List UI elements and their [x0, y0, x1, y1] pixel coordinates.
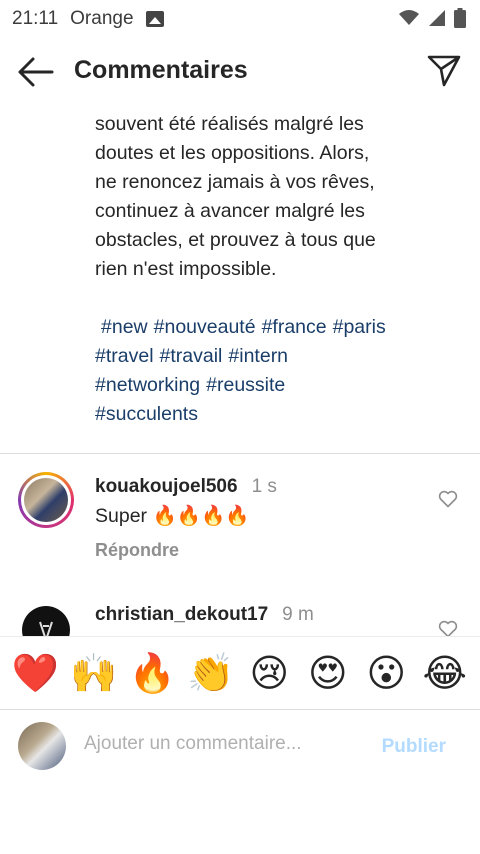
hashtag-link[interactable]: #travel: [95, 345, 154, 367]
laughing-emoji-button[interactable]: 😂: [421, 653, 469, 693]
caption-line: doutes et les oppositions. Alors,: [95, 142, 370, 164]
hashtag-link[interactable]: #paris: [333, 316, 386, 338]
caption-line: obstacles, et prouvez à tous que: [95, 229, 376, 251]
heart-icon[interactable]: [438, 490, 458, 508]
page-title: Commentaires: [74, 56, 248, 84]
caption-divider: [0, 453, 480, 454]
status-icons: [398, 8, 466, 28]
status-time: 21:11: [12, 8, 59, 29]
clapping-emoji-button[interactable]: 👏: [187, 653, 235, 693]
wifi-icon: [399, 10, 419, 25]
hashtag-list: #new #nouveauté #france #paris #travel #trav…: [95, 313, 435, 429]
avatar-border: [21, 475, 71, 525]
post-caption: souvent été réalisés malgré les doutes e…: [95, 110, 435, 429]
reply-button[interactable]: Répondre: [95, 540, 179, 561]
hashtag-link[interactable]: #nouveauté: [154, 316, 256, 338]
username-text: kouakoujoel506: [95, 476, 238, 497]
comment-input-row: Publier: [0, 710, 480, 782]
back-button[interactable]: [16, 54, 56, 90]
hashtag-link[interactable]: #intern: [228, 345, 288, 367]
hashtag-link[interactable]: #succulents: [95, 403, 198, 425]
heart-icon[interactable]: [438, 620, 458, 636]
send-button[interactable]: [426, 52, 462, 88]
emoji-bar: ❤️ 🙌 🔥 👏 😢 😍 😮 😂: [0, 637, 480, 709]
hashtag-link[interactable]: #reussite: [206, 374, 285, 396]
caption-line: ne renoncez jamais à vos rêves,: [95, 171, 375, 193]
image-icon: [145, 11, 164, 27]
caption-line: continuez à avancer malgré les: [95, 200, 365, 222]
comment-item: christian_dekout17 9 m: [0, 600, 480, 636]
arrow-left-icon: [18, 57, 54, 87]
header: Commentaires: [0, 38, 480, 106]
username-text: christian_dekout17: [95, 604, 269, 625]
status-carrier: Orange: [70, 8, 134, 29]
comment-time: 9 m: [282, 604, 314, 625]
surprised-emoji-button[interactable]: 😮: [362, 653, 410, 693]
signal-icon: [429, 10, 445, 26]
avatar-photo: [39, 621, 53, 636]
hashtag-link[interactable]: #networking: [95, 374, 200, 396]
heart-emoji-button[interactable]: ❤️: [11, 653, 59, 693]
battery-icon: [454, 8, 466, 28]
fire-emoji-button[interactable]: 🔥: [128, 653, 176, 693]
comment-username[interactable]: kouakoujoel506 1 s: [95, 476, 277, 498]
hashtag-link[interactable]: #france: [262, 316, 327, 338]
avatar-photo: [24, 478, 68, 522]
comment-time: 1 s: [251, 476, 277, 497]
current-user-avatar: [18, 722, 66, 770]
raising-hands-emoji-button[interactable]: 🙌: [70, 653, 118, 693]
avatar[interactable]: [18, 472, 74, 528]
heart-eyes-emoji-button[interactable]: 😍: [304, 653, 352, 693]
comment-username[interactable]: christian_dekout17 9 m: [95, 604, 314, 626]
hashtag-link[interactable]: #new: [101, 316, 148, 338]
status-bar: 21:11 Orange: [0, 0, 480, 38]
paper-plane-icon: [427, 55, 461, 87]
publish-button[interactable]: Publier: [382, 736, 446, 758]
comment-text: Super 🔥🔥🔥🔥: [95, 505, 250, 527]
comment-input[interactable]: [82, 732, 366, 756]
caption-line: souvent été réalisés malgré les: [95, 113, 364, 135]
crying-emoji-button[interactable]: 😢: [245, 653, 293, 693]
avatar[interactable]: [22, 606, 70, 636]
hashtag-link[interactable]: #travail: [160, 345, 223, 367]
caption-line: rien n'est impossible.: [95, 258, 277, 280]
